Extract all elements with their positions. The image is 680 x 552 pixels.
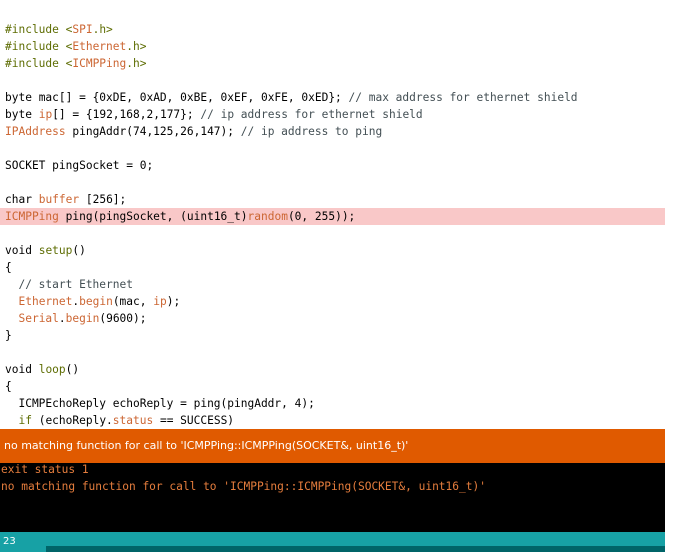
code-token: ip bbox=[38, 108, 53, 121]
code-token: begin bbox=[65, 312, 100, 325]
code-token: void bbox=[5, 363, 32, 376]
code-token: #include < bbox=[5, 57, 73, 70]
code-line[interactable]: void setup() bbox=[5, 242, 86, 259]
code-token: byte bbox=[5, 108, 32, 121]
console-line: exit status 1 bbox=[1, 463, 89, 476]
code-token: ip bbox=[153, 295, 167, 308]
code-token: { bbox=[5, 380, 12, 393]
current-line-number: 23 bbox=[3, 536, 16, 547]
code-token: Serial bbox=[18, 312, 59, 325]
code-token: uint16_t bbox=[186, 210, 241, 223]
code-line[interactable]: ICMPPing ping(pingSocket, (uint16_t)rand… bbox=[5, 208, 355, 225]
code-token: void bbox=[5, 244, 32, 257]
code-token: == SUCCESS) bbox=[153, 414, 235, 427]
code-line[interactable]: // start Ethernet bbox=[5, 276, 133, 293]
status-strip bbox=[46, 546, 665, 552]
status-bar-gap bbox=[665, 532, 680, 552]
code-token: #include < bbox=[5, 40, 73, 53]
code-token: Ethernet bbox=[72, 40, 127, 53]
code-token: // ip address to ping bbox=[240, 125, 383, 138]
code-token: Ethernet bbox=[18, 295, 73, 308]
code-editor[interactable]: #include <SPI.h> #include <Ethernet.h> #in… bbox=[0, 0, 665, 429]
console-line: no matching function for call to 'ICMPPi… bbox=[1, 480, 486, 493]
console-gap bbox=[665, 463, 680, 532]
code-token: [] = {192,168,2,177}; bbox=[52, 108, 201, 121]
code-line[interactable]: { bbox=[5, 378, 12, 395]
code-token: [256]; bbox=[79, 193, 127, 206]
code-token: } bbox=[5, 329, 12, 342]
code-line[interactable]: #include <SPI.h> bbox=[5, 21, 113, 38]
code-token: () bbox=[65, 363, 80, 376]
code-line[interactable]: Serial.begin(9600); bbox=[5, 310, 147, 327]
editor-scroll-gutter bbox=[665, 0, 680, 429]
code-line[interactable]: } bbox=[5, 327, 12, 344]
code-line[interactable]: byte mac[] = {0xDE, 0xAD, 0xBE, 0xEF, 0x… bbox=[5, 89, 578, 106]
code-token: loop bbox=[38, 363, 66, 376]
code-line[interactable]: #include <Ethernet.h> bbox=[5, 38, 146, 55]
code-token: pingAddr(74,125,26,147); bbox=[65, 125, 241, 138]
code-token: #include < bbox=[5, 23, 73, 36]
code-line[interactable]: #include <ICMPPing.h> bbox=[5, 55, 146, 72]
error-message-bar: no matching function for call to 'ICMPPi… bbox=[0, 429, 665, 463]
code-token: ICMPPing bbox=[72, 57, 127, 70]
error-message-text: no matching function for call to 'ICMPPi… bbox=[4, 439, 409, 452]
code-token: (9600); bbox=[99, 312, 147, 325]
code-token: .h> bbox=[126, 40, 147, 53]
code-token: // start Ethernet bbox=[5, 278, 133, 291]
code-token: status bbox=[112, 414, 154, 427]
code-token: .h> bbox=[126, 57, 147, 70]
code-token: buffer bbox=[38, 193, 80, 206]
code-token: (echoReply. bbox=[31, 414, 113, 427]
code-token: ); bbox=[166, 295, 181, 308]
code-line[interactable]: void loop() bbox=[5, 361, 79, 378]
code-token: char bbox=[5, 193, 32, 206]
code-token: (mac, bbox=[112, 295, 154, 308]
code-line[interactable]: char buffer [256]; bbox=[5, 191, 126, 208]
code-token: ICMPEchoReply echoReply = ping(pingAddr,… bbox=[5, 397, 315, 410]
error-bar-gap bbox=[665, 429, 680, 463]
code-token: IPAddress bbox=[5, 125, 66, 138]
code-token: . bbox=[58, 312, 66, 325]
code-line[interactable]: if (echoReply.status == SUCCESS) bbox=[5, 412, 234, 429]
code-token: (0, 255)); bbox=[287, 210, 356, 223]
code-token: { bbox=[5, 261, 12, 274]
code-token: ping(pingSocket, ( bbox=[58, 210, 187, 223]
code-line[interactable]: IPAddress pingAddr(74,125,26,147); // ip… bbox=[5, 123, 382, 140]
code-token: // ip address for ethernet shield bbox=[200, 108, 423, 121]
code-token: SPI bbox=[72, 23, 93, 36]
code-token: mac[] = {0xDE, 0xAD, 0xBE, 0xEF, 0xFE, 0… bbox=[31, 91, 349, 104]
code-line[interactable]: ICMPEchoReply echoReply = ping(pingAddr,… bbox=[5, 395, 315, 412]
code-line[interactable]: SOCKET pingSocket = 0; bbox=[5, 157, 153, 174]
code-token: .h> bbox=[92, 23, 113, 36]
code-line[interactable]: { bbox=[5, 259, 12, 276]
code-line[interactable]: Ethernet.begin(mac, ip); bbox=[5, 293, 180, 310]
code-token: byte bbox=[5, 91, 32, 104]
code-token: () bbox=[72, 244, 86, 257]
code-token: ICMPPing bbox=[5, 210, 59, 223]
code-token: SOCKET pingSocket = 0; bbox=[5, 159, 154, 172]
code-token: begin bbox=[79, 295, 113, 308]
console-output[interactable]: exit status 1 no matching function for ca… bbox=[0, 463, 665, 532]
code-token: ) bbox=[240, 210, 248, 223]
code-line[interactable]: byte ip[] = {192,168,2,177}; // ip addre… bbox=[5, 106, 423, 123]
code-token: setup bbox=[38, 244, 73, 257]
code-token: random bbox=[247, 210, 288, 223]
code-token: if bbox=[18, 414, 32, 427]
status-bar: 23 bbox=[0, 532, 665, 552]
code-token: // max address for ethernet shield bbox=[348, 91, 578, 104]
